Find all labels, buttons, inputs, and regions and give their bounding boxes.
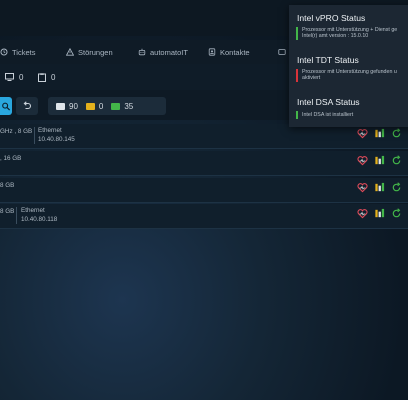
warning-icon bbox=[66, 48, 74, 56]
row-actions bbox=[357, 155, 402, 166]
row-hardware: , 16 GB bbox=[0, 155, 22, 162]
refresh-icon[interactable] bbox=[391, 128, 402, 139]
device-stats: 90 0 35 bbox=[48, 97, 166, 115]
refresh-icon[interactable] bbox=[391, 208, 402, 219]
heart-monitor-icon[interactable] bbox=[357, 208, 368, 219]
nav-automatoit-label: automatoIT bbox=[150, 47, 188, 57]
row-network: Ethernet 10.40.80.145 bbox=[38, 127, 75, 144]
heart-monitor-icon[interactable] bbox=[357, 182, 368, 193]
table-row[interactable]: 8 GB Ethernet 10.40.80.118 bbox=[0, 204, 408, 229]
stat-desktops-value: 90 bbox=[69, 101, 78, 111]
nav-automatoit[interactable]: automatoIT bbox=[138, 40, 188, 64]
undo-icon bbox=[23, 101, 32, 110]
nav-kontakte-label: Kontakte bbox=[220, 47, 250, 57]
warning-device-icon bbox=[85, 102, 95, 110]
ticket-icon bbox=[0, 48, 8, 56]
search-button[interactable] bbox=[0, 97, 12, 115]
refresh-icon[interactable] bbox=[391, 155, 402, 166]
row-ip: 10.40.80.118 bbox=[21, 215, 58, 223]
status-vpro-detail: Prozessor mit Unterstützung + Dienst ge … bbox=[302, 27, 397, 40]
remote-tools-icon[interactable] bbox=[374, 208, 385, 219]
table-row[interactable]: 8 GB bbox=[0, 178, 408, 203]
status-tdt-line2: aktiviert bbox=[302, 75, 321, 82]
status-dsa: Intel DSA Status Intel DSA ist installie… bbox=[296, 97, 360, 119]
robot-icon bbox=[138, 48, 146, 56]
status-vpro-indicator bbox=[296, 27, 298, 40]
row-actions bbox=[357, 128, 402, 139]
remote-tools-icon[interactable] bbox=[374, 155, 385, 166]
monitor-counter[interactable]: 0 bbox=[5, 64, 23, 90]
clipboard-icon bbox=[38, 72, 46, 82]
status-tdt-detail: Prozessor mit Unterstützung gefunden u a… bbox=[302, 69, 397, 82]
row-net-label: Ethernet bbox=[38, 127, 62, 134]
divider bbox=[16, 207, 17, 224]
nav-stoerungen[interactable]: Störungen bbox=[66, 40, 113, 64]
refresh-icon[interactable] bbox=[391, 182, 402, 193]
row-net-label: Ethernet bbox=[21, 207, 45, 214]
monitor-icon bbox=[5, 73, 14, 81]
row-actions bbox=[357, 208, 402, 219]
status-dsa-line1: Intel DSA ist installiert bbox=[302, 112, 354, 118]
desktop-icon bbox=[56, 102, 65, 110]
status-dsa-detail: Intel DSA ist installiert bbox=[302, 112, 353, 118]
heart-monitor-icon[interactable] bbox=[357, 155, 368, 166]
ok-device-icon bbox=[111, 102, 121, 110]
row-hardware: GHz , 8 GB bbox=[0, 128, 33, 135]
status-dsa-title: Intel DSA Status bbox=[297, 97, 360, 107]
heart-monitor-icon[interactable] bbox=[357, 128, 368, 139]
stat-warnings[interactable]: 0 bbox=[85, 101, 104, 111]
status-vpro-line2: Intel(r) amt version : 15.0.10 bbox=[302, 33, 369, 40]
intel-status-panel: Intel vPRO Status Prozessor mit Unterstü… bbox=[289, 5, 408, 127]
nav-stoerungen-label: Störungen bbox=[78, 47, 113, 57]
table-row[interactable]: GHz , 8 GB Ethernet 10.40.80.145 bbox=[0, 124, 408, 149]
window-icon bbox=[278, 49, 286, 55]
stat-desktops[interactable]: 90 bbox=[56, 102, 78, 111]
remote-tools-icon[interactable] bbox=[374, 182, 385, 193]
divider bbox=[34, 127, 35, 144]
row-hardware: 8 GB bbox=[0, 208, 15, 215]
clipboard-counter[interactable]: 0 bbox=[38, 64, 55, 90]
nav-tickets-label: Tickets bbox=[12, 47, 36, 57]
row-hardware: 8 GB bbox=[0, 182, 15, 189]
status-tdt-title: Intel TDT Status bbox=[297, 55, 359, 65]
search-icon bbox=[1, 102, 10, 111]
status-vpro-title: Intel vPRO Status bbox=[297, 13, 366, 23]
clipboard-count: 0 bbox=[51, 72, 56, 82]
contact-icon bbox=[208, 48, 216, 56]
row-ip: 10.40.80.145 bbox=[38, 135, 75, 143]
stat-ok[interactable]: 35 bbox=[111, 102, 133, 111]
remote-tools-icon[interactable] bbox=[374, 128, 385, 139]
status-dsa-indicator bbox=[296, 111, 298, 119]
nav-more[interactable] bbox=[278, 40, 286, 64]
stat-ok-value: 35 bbox=[124, 101, 134, 111]
status-tdt: Intel TDT Status Prozessor mit Unterstüt… bbox=[296, 55, 397, 82]
reset-button[interactable] bbox=[16, 97, 38, 115]
row-actions bbox=[357, 182, 402, 193]
table-row[interactable]: , 16 GB bbox=[0, 151, 408, 176]
nav-kontakte[interactable]: Kontakte bbox=[208, 40, 250, 64]
stat-warnings-value: 0 bbox=[98, 101, 104, 111]
nav-tickets[interactable]: Tickets bbox=[0, 40, 35, 64]
monitor-count: 0 bbox=[19, 72, 24, 82]
status-vpro: Intel vPRO Status Prozessor mit Unterstü… bbox=[296, 13, 397, 40]
status-tdt-indicator bbox=[296, 69, 298, 82]
row-network: Ethernet 10.40.80.118 bbox=[21, 207, 57, 224]
